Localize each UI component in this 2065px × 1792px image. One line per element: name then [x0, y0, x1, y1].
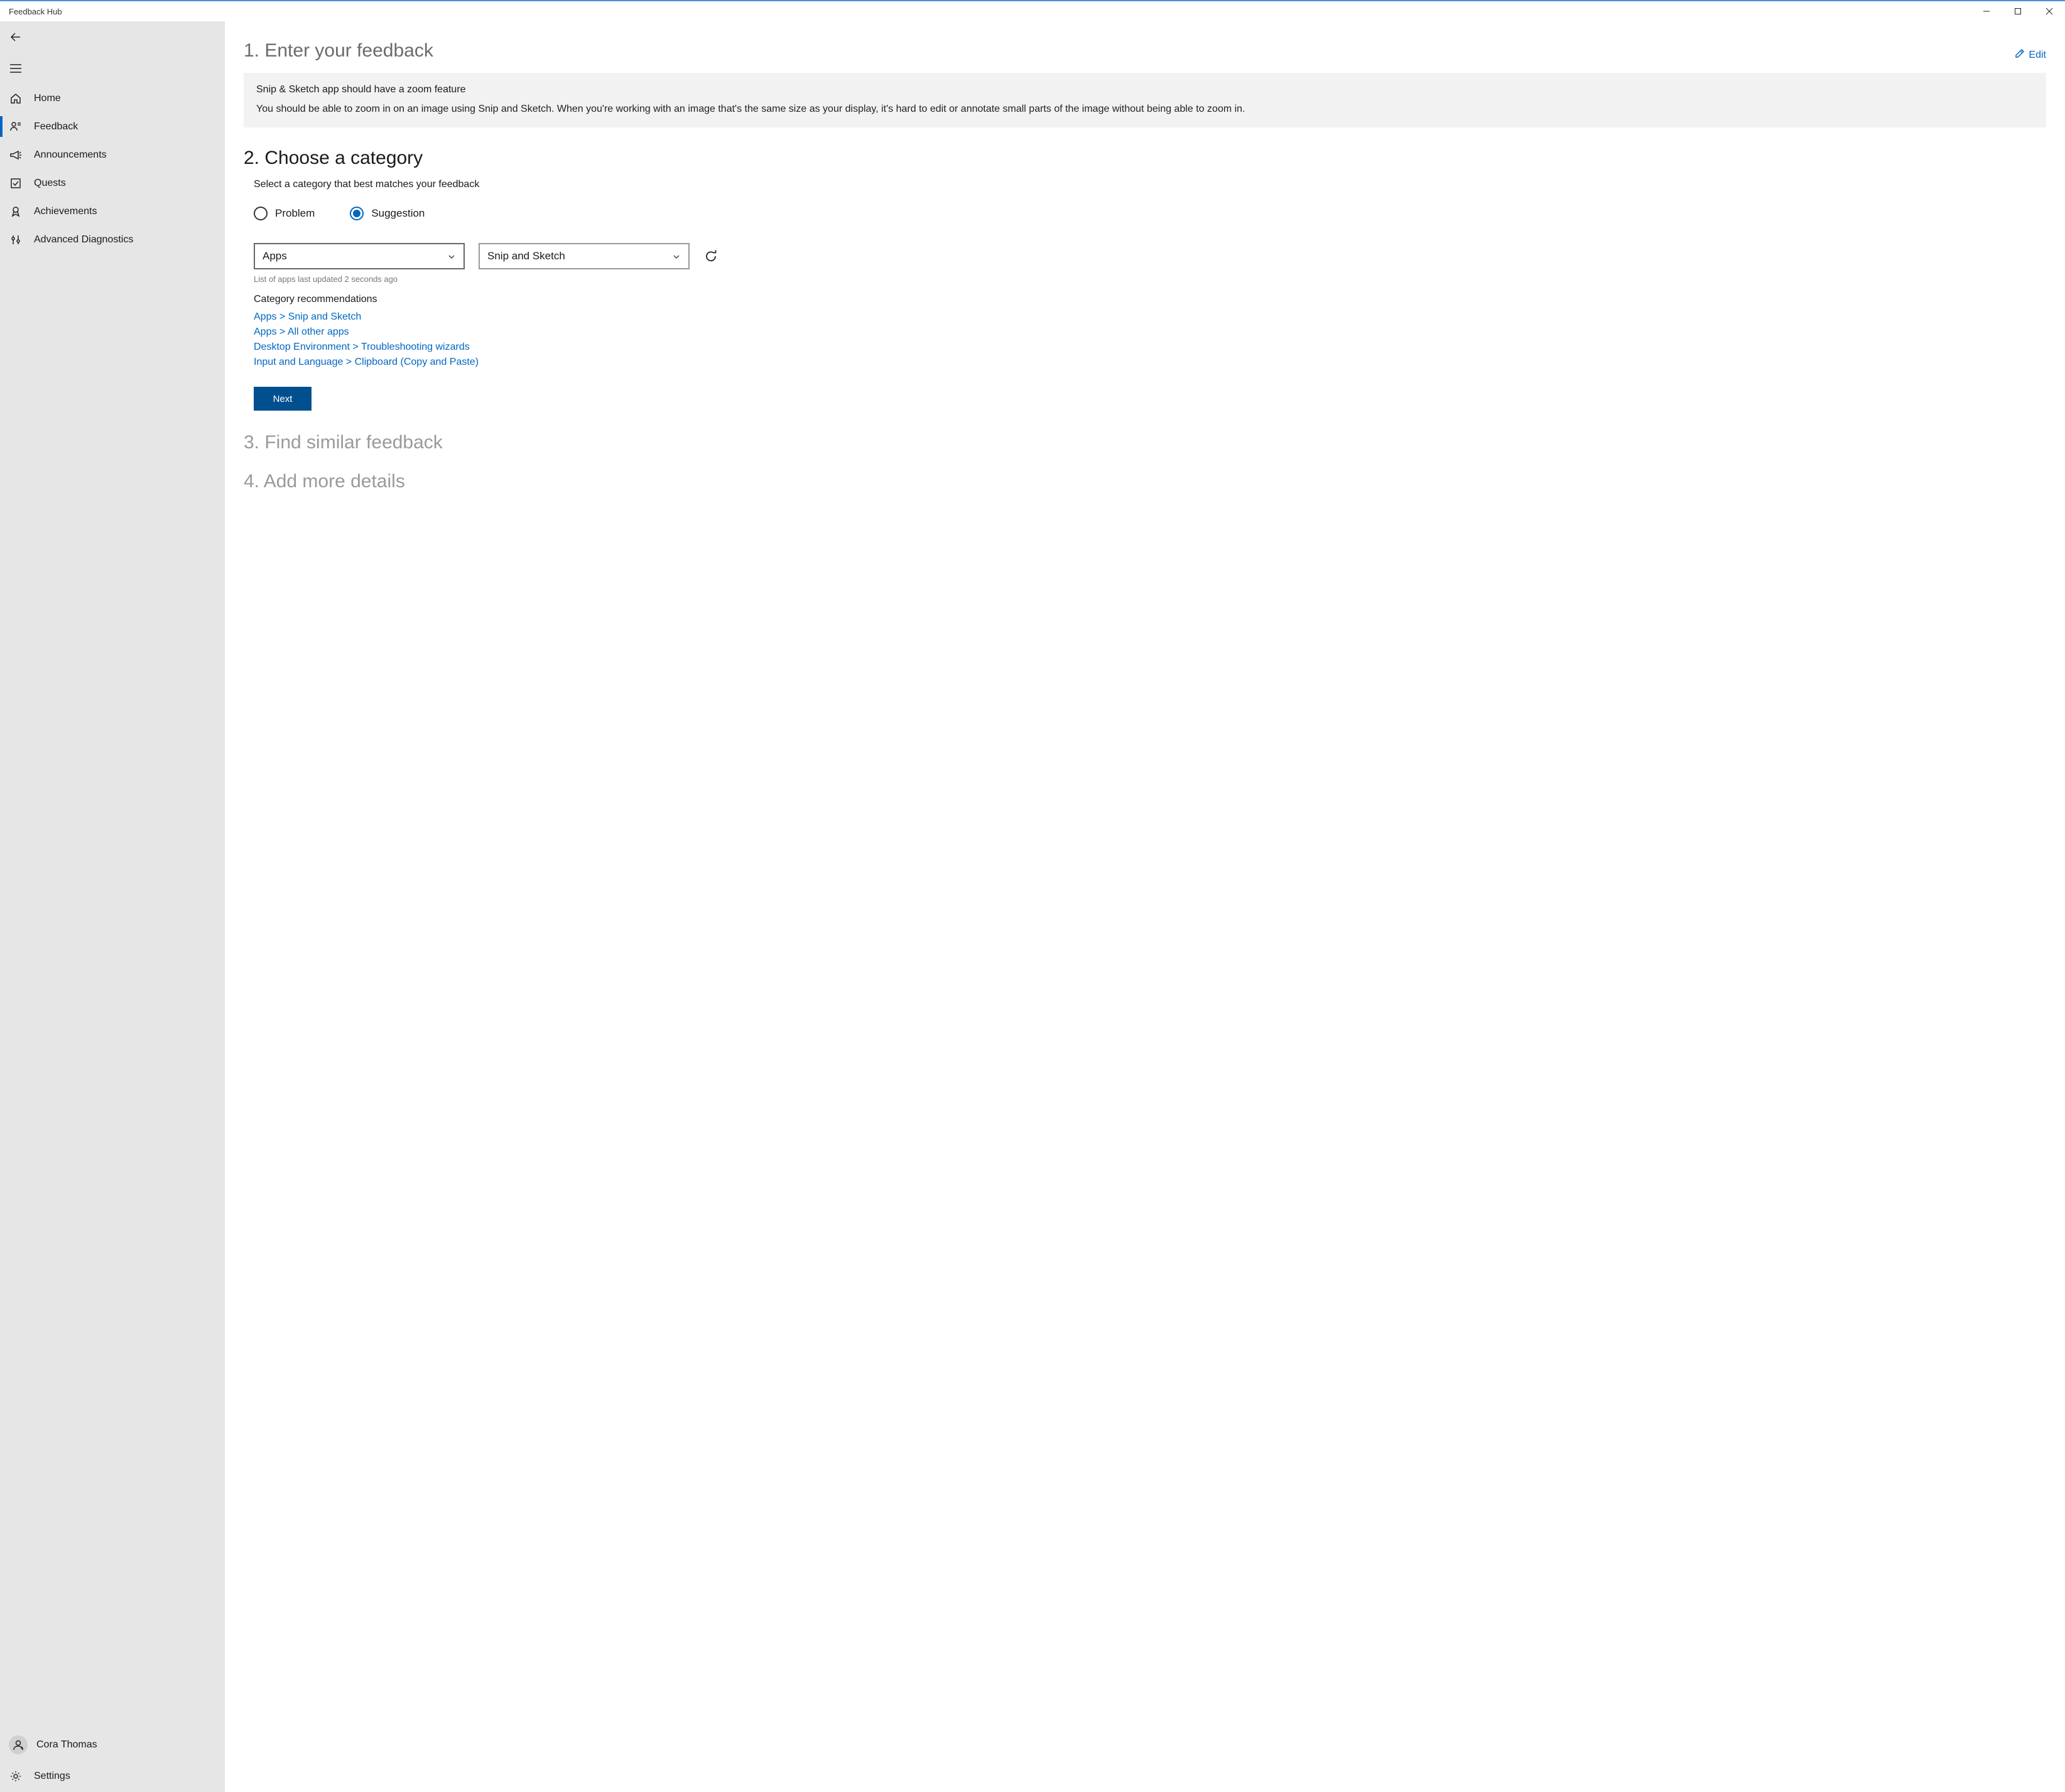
edit-button[interactable]: Edit	[2015, 48, 2046, 62]
diagnostics-icon	[9, 233, 23, 247]
app-title: Feedback Hub	[9, 7, 62, 16]
radio-problem[interactable]: Problem	[254, 207, 315, 220]
back-button[interactable]	[0, 21, 225, 53]
sidebar-item-label: Achievements	[34, 206, 97, 217]
recommendations-title: Category recommendations	[254, 294, 2046, 305]
pencil-icon	[2015, 48, 2025, 62]
recommendations-list: Apps > Snip and Sketch Apps > All other …	[254, 311, 2046, 368]
sidebar-user[interactable]: Cora Thomas	[0, 1729, 225, 1761]
settings-label: Settings	[34, 1771, 70, 1782]
gear-icon	[9, 1769, 23, 1783]
chevron-down-icon	[672, 252, 681, 261]
hamburger-icon	[9, 62, 23, 75]
step2-title: 2. Choose a category	[244, 148, 2046, 169]
sidebar-item-diagnostics[interactable]: Advanced Diagnostics	[0, 225, 225, 254]
close-button[interactable]	[2034, 1, 2065, 21]
megaphone-icon	[9, 148, 23, 162]
sidebar-item-label: Quests	[34, 178, 66, 189]
window-controls	[1971, 1, 2065, 21]
category-dropdown-value: Apps	[263, 250, 287, 262]
subcategory-dropdown-value: Snip and Sketch	[487, 250, 565, 262]
main-content: 1. Enter your feedback Edit Snip & Sketc…	[225, 21, 2065, 1792]
arrow-left-icon	[9, 30, 23, 44]
sidebar-item-label: Advanced Diagnostics	[34, 234, 133, 246]
hamburger-button[interactable]	[0, 53, 225, 84]
refresh-button[interactable]	[703, 249, 718, 264]
radio-circle-icon	[254, 207, 268, 220]
sidebar-item-label: Home	[34, 93, 61, 104]
radio-suggestion[interactable]: Suggestion	[350, 207, 425, 220]
edit-label: Edit	[2029, 50, 2046, 61]
recommendation-link[interactable]: Desktop Environment > Troubleshooting wi…	[254, 342, 2046, 353]
next-button[interactable]: Next	[254, 387, 312, 411]
maximize-button[interactable]	[2002, 1, 2034, 21]
chevron-down-icon	[447, 252, 456, 261]
user-name-label: Cora Thomas	[36, 1739, 97, 1751]
home-icon	[9, 92, 23, 105]
radio-problem-label: Problem	[275, 207, 315, 220]
step2-subtitle: Select a category that best matches your…	[254, 179, 2046, 190]
sidebar-item-achievements[interactable]: Achievements	[0, 197, 225, 225]
recommendation-link[interactable]: Apps > Snip and Sketch	[254, 311, 2046, 323]
titlebar: Feedback Hub	[0, 0, 2065, 21]
feedback-body-text: You should be able to zoom in on an imag…	[256, 102, 2034, 116]
sidebar-item-quests[interactable]: Quests	[0, 169, 225, 197]
sidebar-item-announcements[interactable]: Announcements	[0, 141, 225, 169]
user-avatar-icon	[9, 1735, 28, 1754]
step4-title: 4. Add more details	[244, 471, 2046, 492]
quests-icon	[9, 176, 23, 190]
recommendation-link[interactable]: Apps > All other apps	[254, 327, 2046, 338]
sidebar-item-label: Announcements	[34, 149, 107, 161]
sidebar-item-label: Feedback	[34, 121, 78, 132]
sidebar-item-feedback[interactable]: Feedback	[0, 112, 225, 141]
recommendation-link[interactable]: Input and Language > Clipboard (Copy and…	[254, 357, 2046, 368]
achievements-icon	[9, 205, 23, 219]
feedback-title-text: Snip & Sketch app should have a zoom fea…	[256, 84, 2034, 95]
feedback-icon	[9, 120, 23, 134]
feedback-summary-box: Snip & Sketch app should have a zoom fea…	[244, 73, 2046, 127]
step1-title: 1. Enter your feedback	[244, 40, 433, 62]
sidebar-item-settings[interactable]: Settings	[0, 1761, 225, 1792]
category-dropdown[interactable]: Apps	[254, 243, 465, 269]
update-timestamp: List of apps last updated 2 seconds ago	[254, 274, 2046, 284]
radio-suggestion-label: Suggestion	[371, 207, 425, 220]
step3-title: 3. Find similar feedback	[244, 432, 2046, 453]
minimize-button[interactable]	[1971, 1, 2002, 21]
radio-circle-icon	[350, 207, 364, 220]
sidebar-item-home[interactable]: Home	[0, 84, 225, 112]
subcategory-dropdown[interactable]: Snip and Sketch	[479, 243, 690, 269]
sidebar: Home Feedback Announcements Quests	[0, 21, 225, 1792]
refresh-icon	[704, 249, 718, 263]
